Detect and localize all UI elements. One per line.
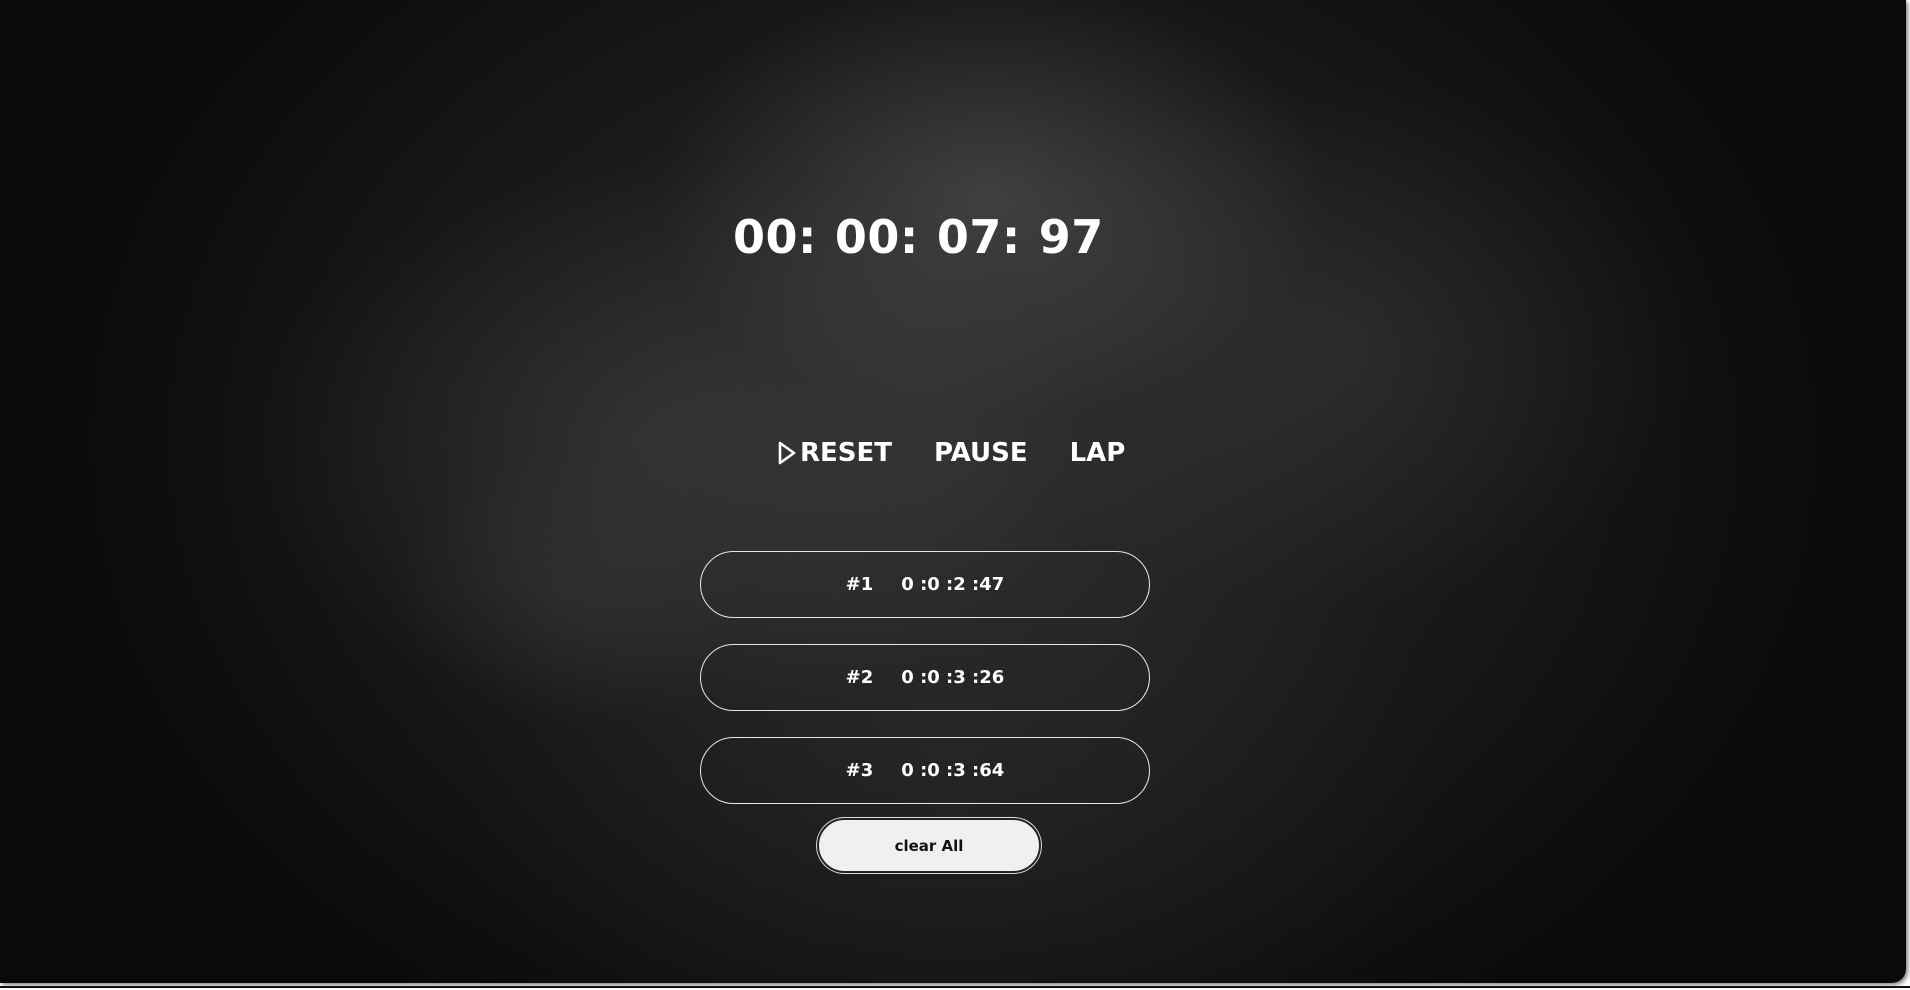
- clear-all-label: clear All: [894, 836, 964, 855]
- reset-button[interactable]: RESET: [776, 438, 892, 468]
- pause-label: PAUSE: [934, 438, 1028, 468]
- reset-label: RESET: [800, 438, 893, 468]
- lap-item: #1 0 :0 :2 :47: [700, 551, 1150, 618]
- lap-time: 0 :0 :2 :47: [901, 574, 1005, 595]
- timer-seconds: 07:: [936, 210, 1021, 264]
- lap-item: #3 0 :0 :3 :64: [700, 737, 1150, 804]
- lap-time: 0 :0 :3 :64: [901, 760, 1005, 781]
- lap-button[interactable]: LAP: [1070, 438, 1126, 468]
- lap-item: #2 0 :0 :3 :26: [700, 644, 1150, 711]
- timer-minutes: 00:: [834, 210, 919, 264]
- controls-bar: RESET PAUSE LAP: [776, 433, 1125, 473]
- timer-centiseconds: 97: [1038, 210, 1104, 264]
- timer-hours: 00:: [733, 210, 817, 264]
- page-bottom-border: [0, 986, 1910, 988]
- timer-display: 00: 00: 07: 97: [733, 210, 1104, 264]
- lap-number: #2: [845, 667, 874, 688]
- play-outline-icon: [778, 441, 796, 465]
- clear-all-button[interactable]: clear All: [817, 818, 1041, 873]
- lap-number: #1: [845, 574, 874, 595]
- stopwatch-app: 00: 00: 07: 97 RESET PAUSE LAP #1 0 :0 :2 :…: [0, 0, 1906, 983]
- lap-number: #3: [845, 760, 874, 781]
- pause-button[interactable]: PAUSE: [934, 438, 1028, 468]
- lap-label: LAP: [1069, 438, 1126, 468]
- lap-time: 0 :0 :3 :26: [901, 667, 1005, 688]
- lap-list: #1 0 :0 :2 :47 #2 0 :0 :3 :26 #3 0 :0 :3…: [700, 551, 1150, 830]
